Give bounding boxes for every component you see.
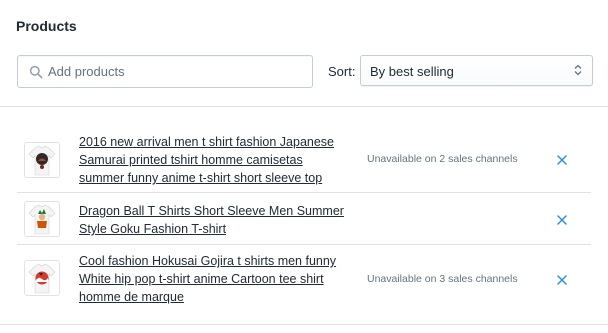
close-icon[interactable] [555,273,569,287]
select-arrows-icon [574,64,582,76]
product-thumbnail [24,260,60,296]
product-row: Cool fashion Hokusai Gojira t shirts men… [17,245,591,307]
product-title-link[interactable]: Dragon Ball T Shirts Short Sleeve Men Su… [79,202,349,238]
product-thumbnail [24,142,60,178]
footer-divider [0,324,608,325]
availability-status: Unavailable on 2 sales channels [367,153,518,165]
close-icon[interactable] [555,213,569,227]
product-title-link[interactable]: 2016 new arrival men t shirt fashion Jap… [79,133,349,187]
tshirt-image-icon [28,263,56,294]
product-row: Dragon Ball T Shirts Short Sleeve Men Su… [17,193,591,243]
product-row: 2016 new arrival men t shirt fashion Jap… [17,130,591,190]
product-thumbnail [24,201,60,237]
header-divider [0,106,608,107]
availability-status: Unavailable on 3 sales channels [367,273,518,285]
tshirt-image-icon [28,145,56,176]
sort-label: Sort: [328,64,356,79]
search-input[interactable] [48,56,306,87]
close-icon[interactable] [555,153,569,167]
search-field[interactable] [17,55,313,88]
search-icon [29,65,43,79]
sort-select[interactable]: By best selling [360,55,593,86]
product-title-link[interactable]: Cool fashion Hokusai Gojira t shirts men… [79,252,349,306]
products-title: Products [16,18,77,34]
sort-selected-value: By best selling [370,64,454,79]
tshirt-image-icon [28,204,56,235]
